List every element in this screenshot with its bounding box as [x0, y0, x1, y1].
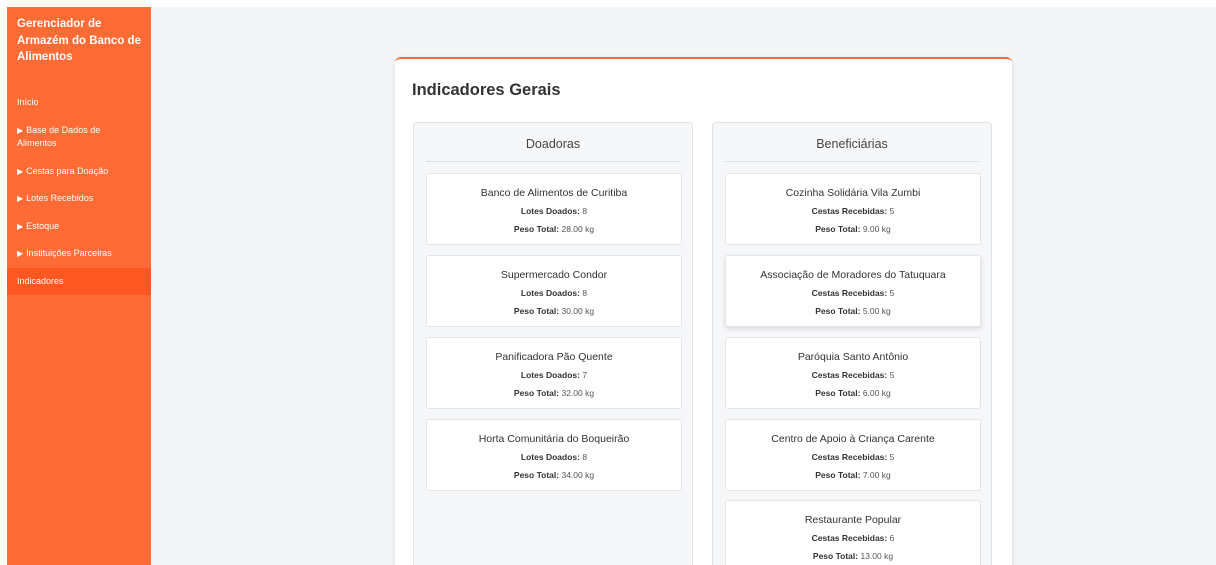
beneficiary-weight: Peso Total: 13.00 kg	[812, 551, 894, 561]
sidebar-item-cestas[interactable]: ▶ Cestas para Doação	[7, 158, 151, 186]
donor-name: Panificadora Pão Quente	[495, 351, 613, 363]
sidebar-item-label: Base de Dados de Alimentos	[17, 124, 101, 149]
sidebar-item-label: Instituições Parceiras	[26, 248, 112, 258]
beneficiary-weight: Peso Total: 7.00 kg	[815, 470, 891, 480]
donor-card: Panificadora Pão Quente Lotes Doados: 7 …	[426, 337, 682, 409]
donor-card: Horta Comunitária do Boqueirão Lotes Doa…	[426, 419, 682, 491]
triangle-right-icon: ▶	[17, 166, 24, 176]
beneficiary-card: Associação de Moradores do Tatuquara Ces…	[725, 255, 981, 327]
indicators-card: Indicadores Gerais Doadoras Banco de Ali…	[395, 57, 1012, 565]
donor-weight: Peso Total: 34.00 kg	[513, 470, 595, 480]
sidebar-item-label: Início	[17, 97, 39, 107]
page-title: Indicadores Gerais	[412, 81, 561, 99]
triangle-right-icon: ▶	[17, 221, 24, 231]
donor-card: Supermercado Condor Lotes Doados: 8 Peso…	[426, 255, 682, 327]
beneficiaries-panel-title: Beneficiárias	[725, 123, 979, 162]
donor-card: Banco de Alimentos de Curitiba Lotes Doa…	[426, 173, 682, 245]
sidebar-item-indicadores[interactable]: Indicadores	[7, 267, 151, 295]
triangle-right-icon: ▶	[17, 125, 24, 135]
donor-lots: Lotes Doados: 8	[520, 206, 588, 216]
sidebar-item-instituicoes[interactable]: ▶ Instituições Parceiras	[7, 240, 151, 268]
donor-lots: Lotes Doados: 7	[520, 370, 588, 380]
beneficiary-name: Cozinha Solidária Vila Zumbi	[785, 187, 921, 199]
sidebar-item-base-de-dados[interactable]: ▶ Base de Dados de Alimentos	[7, 117, 151, 158]
beneficiary-baskets: Cestas Recebidas: 5	[811, 452, 895, 462]
donors-panel: Doadoras Banco de Alimentos de Curitiba …	[413, 122, 693, 565]
beneficiary-card: Restaurante Popular Cestas Recebidas: 6 …	[725, 500, 981, 565]
beneficiary-weight: Peso Total: 6.00 kg	[815, 388, 891, 398]
sidebar: Gerenciador de Armazém do Banco de Alime…	[7, 7, 151, 565]
app-frame: Gerenciador de Armazém do Banco de Alime…	[7, 7, 1216, 565]
donor-name: Banco de Alimentos de Curitiba	[480, 187, 628, 199]
beneficiary-baskets: Cestas Recebidas: 5	[811, 370, 895, 380]
beneficiary-name: Centro de Apoio à Criança Carente	[771, 433, 935, 445]
sidebar-item-lotes[interactable]: ▶ Lotes Recebidos	[7, 185, 151, 213]
beneficiary-baskets: Cestas Recebidas: 5	[811, 206, 895, 216]
sidebar-nav: Início ▶ Base de Dados de Alimentos ▶ Cest…	[7, 89, 151, 295]
beneficiary-name: Restaurante Popular	[804, 514, 902, 526]
app-title: Gerenciador de Armazém do Banco de Alime…	[17, 18, 141, 63]
donor-weight: Peso Total: 32.00 kg	[513, 388, 595, 398]
beneficiary-baskets: Cestas Recebidas: 5	[811, 288, 895, 298]
beneficiary-name: Associação de Moradores do Tatuquara	[760, 269, 946, 281]
beneficiaries-panel: Beneficiárias Cozinha Solidária Vila Zum…	[712, 122, 992, 565]
donors-panel-title: Doadoras	[426, 123, 680, 162]
sidebar-item-inicio[interactable]: Início	[7, 89, 151, 117]
beneficiary-name: Paróquia Santo Antônio	[797, 351, 909, 363]
triangle-right-icon: ▶	[17, 194, 24, 203]
beneficiary-weight: Peso Total: 5.00 kg	[815, 306, 891, 316]
beneficiary-baskets: Cestas Recebidas: 6	[811, 533, 895, 543]
beneficiary-card: Paróquia Santo Antônio Cestas Recebidas:…	[725, 337, 981, 409]
sidebar-item-label: Indicadores	[17, 275, 64, 286]
beneficiary-card: Centro de Apoio à Criança Carente Cestas…	[725, 419, 981, 491]
sidebar-item-label: Cestas para Doação	[26, 165, 109, 176]
donor-lots: Lotes Doados: 8	[520, 452, 588, 462]
donor-lots: Lotes Doados: 8	[520, 288, 588, 298]
sidebar-item-estoque[interactable]: ▶ Estoque	[7, 213, 151, 241]
triangle-right-icon: ▶	[17, 249, 24, 258]
sidebar-item-label: Lotes Recebidos	[26, 193, 94, 203]
donor-name: Supermercado Condor	[500, 269, 608, 281]
beneficiary-card: Cozinha Solidária Vila Zumbi Cestas Rece…	[725, 173, 981, 245]
sidebar-item-label: Estoque	[26, 220, 60, 231]
donor-weight: Peso Total: 28.00 kg	[513, 224, 595, 234]
donor-name: Horta Comunitária do Boqueirão	[478, 433, 630, 445]
donor-weight: Peso Total: 30.00 kg	[513, 306, 595, 316]
beneficiary-weight: Peso Total: 9.00 kg	[815, 224, 891, 234]
